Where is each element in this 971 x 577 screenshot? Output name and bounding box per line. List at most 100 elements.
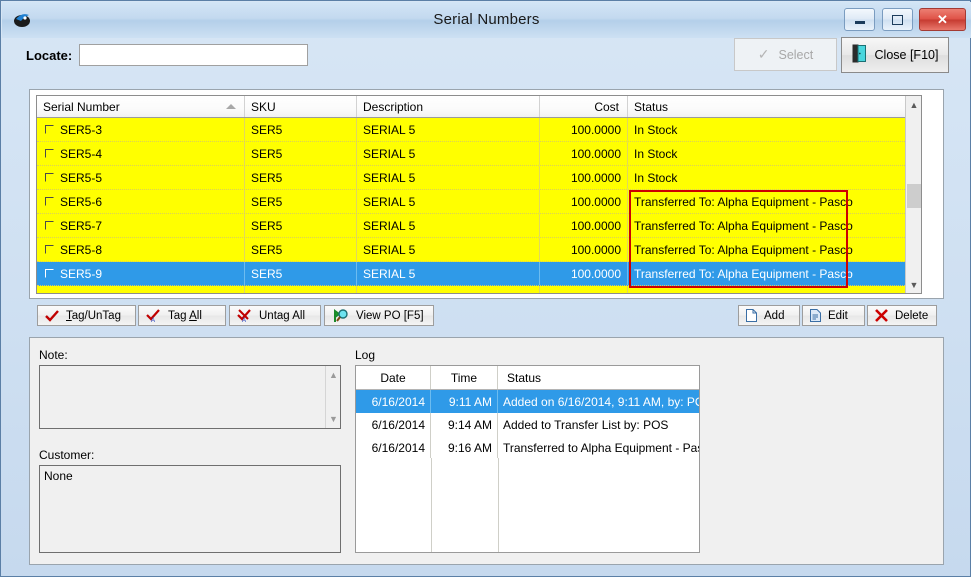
cell-empty — [37, 286, 245, 293]
row-checkbox[interactable] — [45, 125, 54, 134]
scroll-down-icon[interactable]: ▼ — [906, 276, 921, 293]
minimize-button[interactable] — [844, 8, 876, 31]
log-column-header-time: Time — [431, 366, 498, 389]
close-f10-button[interactable]: Close [F10] — [841, 37, 949, 73]
log-cell-date: 6/16/2014 — [356, 413, 431, 436]
log-column-divider — [498, 458, 499, 552]
log-label: Log — [355, 348, 376, 362]
restore-button[interactable] — [881, 8, 913, 31]
close-icon: ✕ — [937, 12, 948, 27]
cell-serial-number: SER5-9 — [37, 262, 245, 285]
cell-cost: 100.0000 — [540, 190, 628, 213]
cell-serial-number: SER5-6 — [37, 190, 245, 213]
note-scroll-down-icon[interactable]: ▼ — [326, 411, 341, 427]
tag-all-button[interactable]: A Tag All — [138, 305, 226, 326]
log-row[interactable]: 6/16/2014 9:16 AM Transferred to Alpha E… — [356, 436, 699, 459]
table-row-partial[interactable] — [37, 286, 921, 293]
cell-cost: 100.0000 — [540, 262, 628, 285]
edit-document-icon — [810, 309, 821, 322]
log-empty-area — [356, 458, 699, 552]
table-row[interactable]: SER5-5 SER5 SERIAL 5 100.0000 In Stock — [37, 166, 921, 190]
serial-grid[interactable]: Serial Number SKU Description Cost Statu… — [36, 95, 922, 294]
column-header-sku[interactable]: SKU — [245, 96, 357, 117]
log-header-row: Date Time Status — [356, 366, 699, 390]
customer-value[interactable]: None — [39, 465, 341, 553]
table-row-selected[interactable]: SER5-9 SER5 SERIAL 5 100.0000 Transferre… — [37, 262, 921, 286]
svg-text:A: A — [242, 318, 246, 322]
log-cell-date: 6/16/2014 — [356, 436, 431, 459]
cell-status: In Stock — [634, 122, 678, 137]
cell-sku: SER5 — [245, 262, 357, 285]
row-checkbox[interactable] — [45, 173, 54, 182]
untag-all-button[interactable]: A Untag All — [229, 305, 321, 326]
door-exit-icon — [852, 44, 867, 66]
delete-button[interactable]: Delete — [867, 305, 937, 326]
cell-serial-number-text: SER5-7 — [60, 218, 103, 233]
table-row[interactable]: SER5-7 SER5 SERIAL 5 100.0000 Transferre… — [37, 214, 921, 238]
cell-status: Transferred To: Alpha Equipment - Pasco — [634, 266, 853, 281]
note-scrollbar[interactable]: ▲ ▼ — [325, 366, 340, 428]
log-table[interactable]: Date Time Status 6/16/2014 9:11 AM Added… — [355, 365, 700, 553]
log-cell-status: Added on 6/16/2014, 9:11 AM, by: POS — [503, 394, 699, 409]
cell-serial-number-text: SER5-6 — [60, 194, 103, 209]
log-cell-time: 9:11 AM — [431, 390, 498, 413]
cell-description: SERIAL 5 — [357, 214, 540, 237]
cell-sku: SER5 — [245, 166, 357, 189]
cell-serial-number: SER5-4 — [37, 142, 245, 165]
note-textarea[interactable]: ▲ ▼ — [39, 365, 341, 429]
check-icon: ✓ — [757, 46, 770, 62]
cell-status: In Stock — [634, 170, 678, 185]
locate-input[interactable] — [79, 44, 308, 66]
edit-button[interactable]: Edit — [802, 305, 865, 326]
check-red-icon — [45, 309, 59, 322]
scrollbar-thumb[interactable] — [907, 184, 921, 208]
select-button-label: Select — [778, 47, 814, 62]
minimize-icon — [845, 9, 874, 30]
row-checkbox[interactable] — [45, 221, 54, 230]
tag-untag-button[interactable]: Tag/UnTag — [37, 305, 136, 326]
grid-scrollbar[interactable]: ▲ ▼ — [905, 96, 921, 293]
table-row[interactable]: SER5-3 SER5 SERIAL 5 100.0000 In Stock — [37, 118, 921, 142]
column-header-serial-number[interactable]: Serial Number — [37, 96, 245, 117]
column-header-cost[interactable]: Cost — [540, 96, 628, 117]
log-row-selected[interactable]: 6/16/2014 9:11 AM Added on 6/16/2014, 9:… — [356, 390, 699, 413]
table-row[interactable]: SER5-6 SER5 SERIAL 5 100.0000 Transferre… — [37, 190, 921, 214]
row-checkbox[interactable] — [45, 245, 54, 254]
column-header-sku-label: SKU — [251, 99, 276, 114]
note-scroll-up-icon[interactable]: ▲ — [326, 367, 341, 383]
cell-empty — [628, 286, 906, 293]
new-document-icon — [746, 309, 757, 322]
cell-sku: SER5 — [245, 142, 357, 165]
column-header-status[interactable]: Status — [628, 96, 906, 117]
row-checkbox[interactable] — [45, 269, 54, 278]
table-row[interactable]: SER5-4 SER5 SERIAL 5 100.0000 In Stock — [37, 142, 921, 166]
log-row[interactable]: 6/16/2014 9:14 AM Added to Transfer List… — [356, 413, 699, 436]
row-checkbox[interactable] — [45, 197, 54, 206]
cell-description: SERIAL 5 — [357, 142, 540, 165]
cell-sku: SER5 — [245, 238, 357, 261]
log-cell-time: 9:14 AM — [431, 413, 498, 436]
column-header-description[interactable]: Description — [357, 96, 540, 117]
cell-description: SERIAL 5 — [357, 190, 540, 213]
restore-icon — [883, 9, 912, 30]
add-button[interactable]: Add — [738, 305, 800, 326]
cell-sku: SER5 — [245, 214, 357, 237]
cell-cost: 100.0000 — [540, 142, 628, 165]
cell-description: SERIAL 5 — [357, 238, 540, 261]
cell-cost: 100.0000 — [540, 238, 628, 261]
title-bar: Serial Numbers ✕ — [2, 2, 971, 38]
close-button[interactable]: ✕ — [919, 8, 966, 31]
cell-status: Transferred To: Alpha Equipment - Pasco — [634, 194, 853, 209]
details-panel: Note: ▲ ▼ Customer: None Log Date Time S… — [29, 337, 944, 565]
cell-empty — [245, 286, 357, 293]
window-title: Serial Numbers — [433, 11, 540, 28]
log-column-header-status: Status — [507, 370, 542, 385]
view-po-button[interactable]: View PO [F5] — [324, 305, 434, 326]
scroll-up-icon[interactable]: ▲ — [906, 96, 921, 113]
svg-text:A: A — [151, 318, 155, 322]
untag-all-label: Untag All — [259, 309, 306, 322]
select-button[interactable]: ✓ Select — [734, 38, 837, 71]
row-checkbox[interactable] — [45, 149, 54, 158]
grid-header-row: Serial Number SKU Description Cost Statu… — [37, 96, 921, 118]
table-row[interactable]: SER5-8 SER5 SERIAL 5 100.0000 Transferre… — [37, 238, 921, 262]
